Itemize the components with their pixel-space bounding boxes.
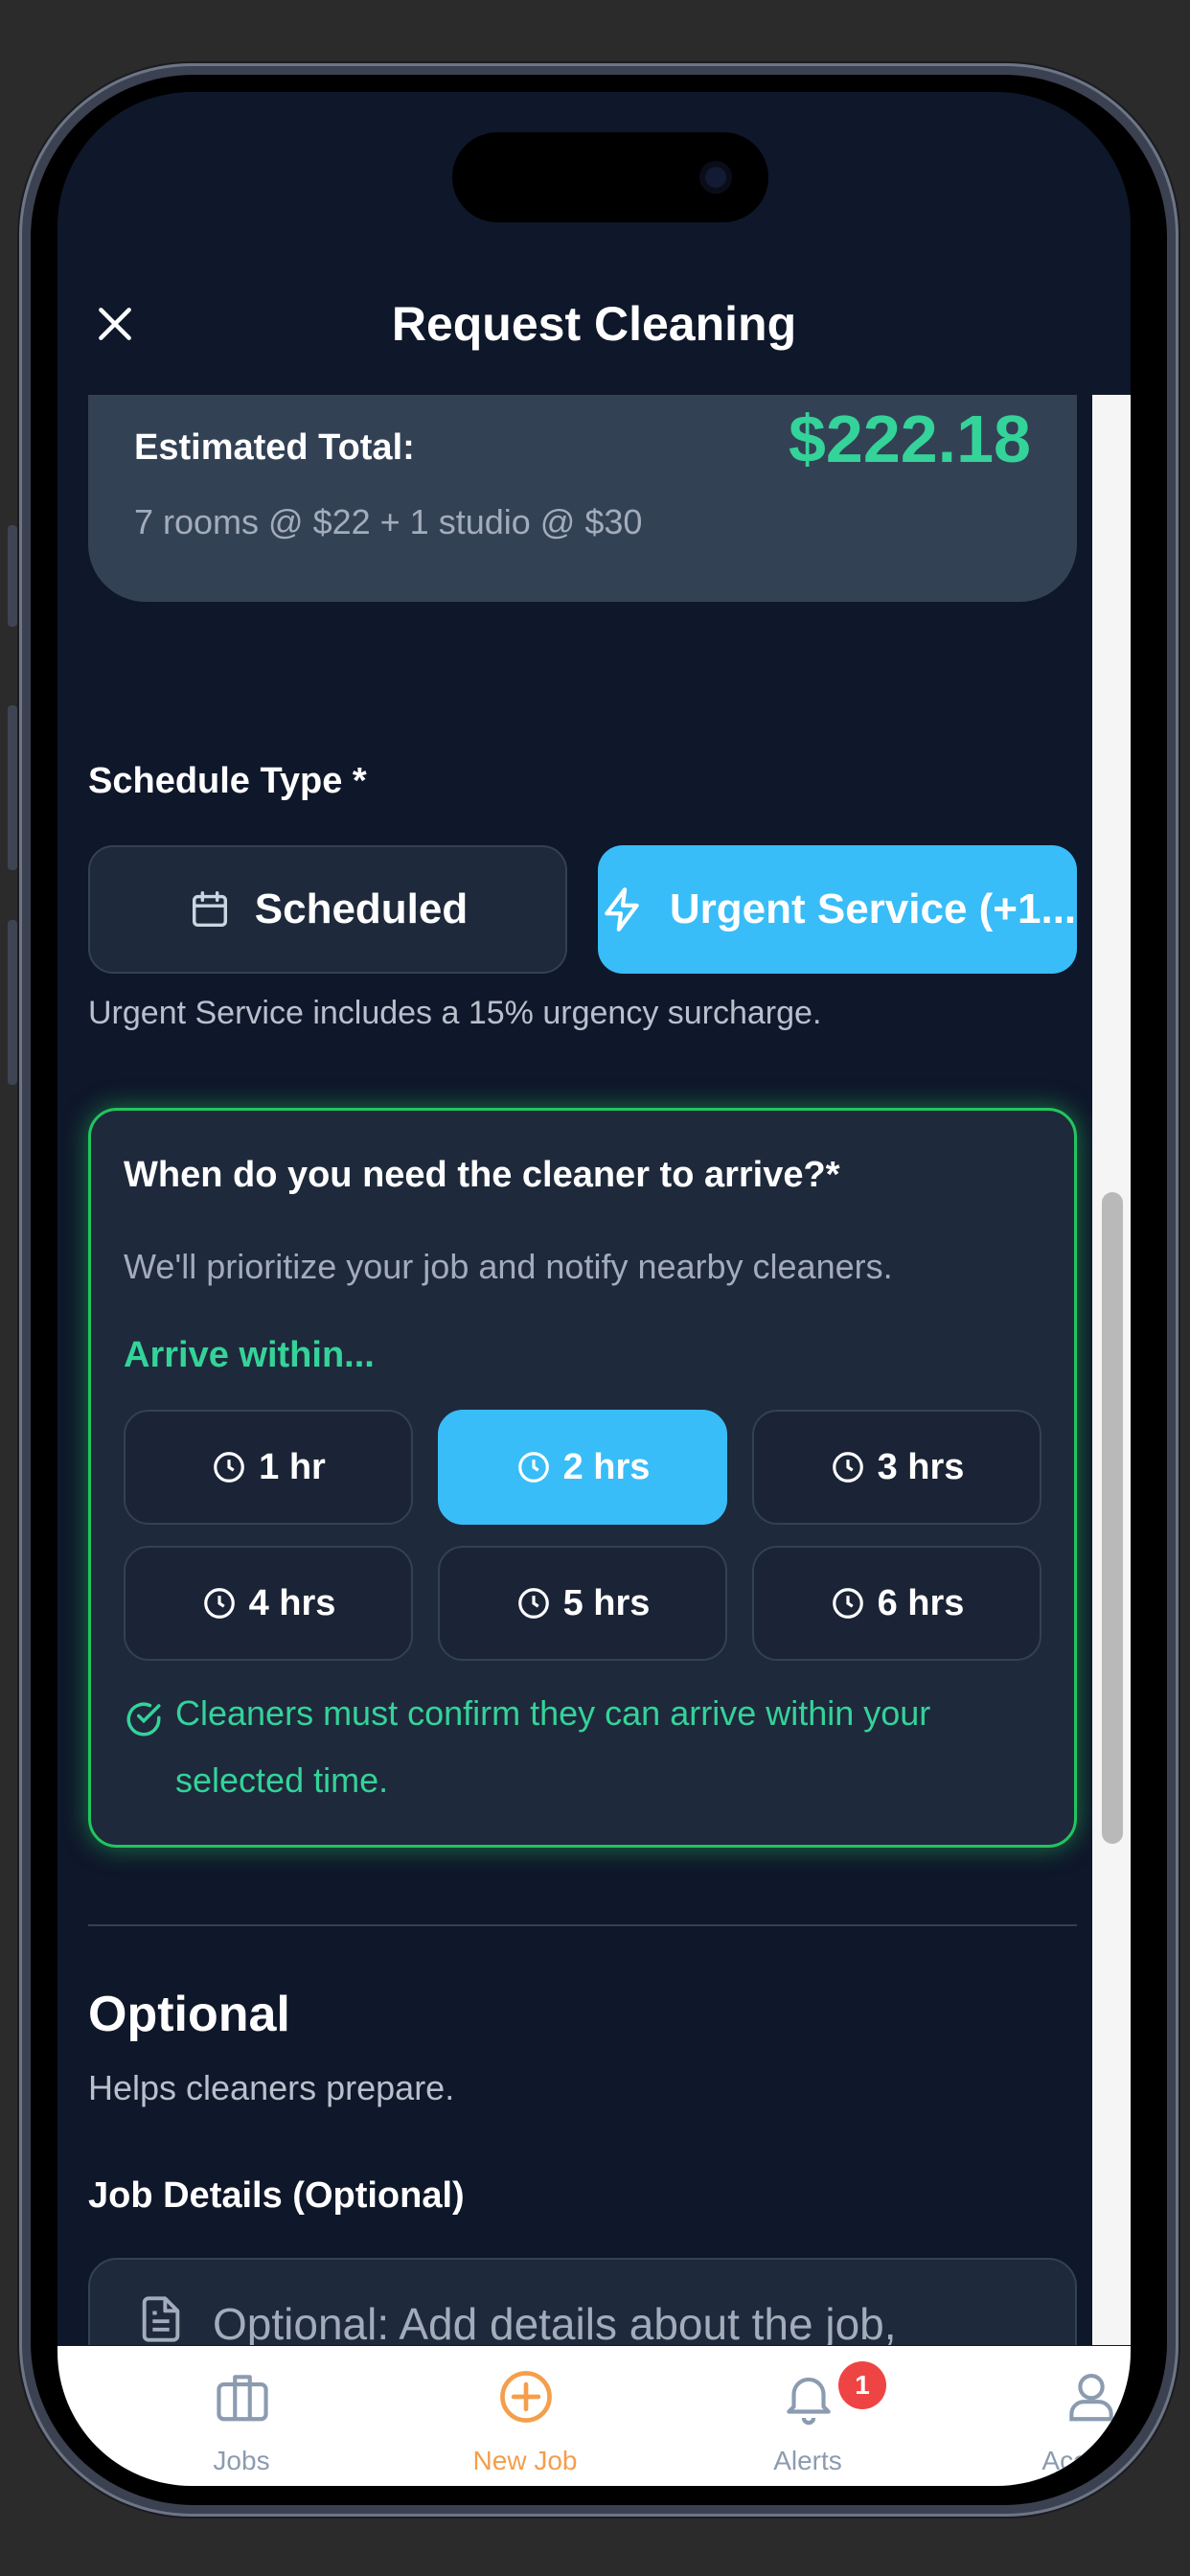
plus-circle-icon [500, 2371, 552, 2423]
scroll-content[interactable]: Estimated Total: $222.18 7 rooms @ $22 +… [57, 395, 1123, 2345]
urgency-hint: Urgent Service includes a 15% urgency su… [88, 995, 822, 1031]
scheduled-button[interactable]: Scheduled [88, 845, 567, 974]
tab-account[interactable]: Account [966, 2346, 1131, 2486]
job-details-input[interactable]: Optional: Add details about the job, spe… [88, 2258, 1077, 2345]
bell-icon [787, 2377, 831, 2426]
slot-6-hrs[interactable]: 6 hrs [752, 1546, 1041, 1661]
slot-label: 4 hrs [248, 1582, 336, 1623]
arrive-within-label: Arrive within... [124, 1335, 375, 1375]
clock-icon [203, 1588, 235, 1619]
clock-icon [517, 1588, 549, 1619]
camera-icon [699, 161, 732, 194]
volume-up-button [8, 705, 17, 870]
user-icon [1069, 2373, 1113, 2422]
estimate-label: Estimated Total: [134, 427, 415, 468]
document-icon [142, 2296, 180, 2342]
calendar-icon [192, 891, 227, 928]
arrival-question: When do you need the cleaner to arrive?* [124, 1155, 840, 1195]
slot-label: 2 hrs [562, 1446, 651, 1487]
optional-subtitle: Helps cleaners prepare. [88, 2068, 455, 2107]
scrollbar-thumb[interactable] [1102, 1192, 1123, 1844]
slot-3-hrs[interactable]: 3 hrs [752, 1410, 1041, 1525]
slot-label: 6 hrs [877, 1582, 965, 1623]
clock-icon [517, 1452, 549, 1483]
optional-title: Optional [88, 1987, 290, 2042]
tab-label: Jobs [213, 2446, 270, 2475]
slot-label: 5 hrs [562, 1582, 651, 1623]
confirm-note: Cleaners must confirm they can arrive wi… [175, 1693, 931, 1800]
app-screen: Request Cleaning Estimated Total: $222.1… [57, 92, 1131, 2486]
job-details-placeholder: Optional: Add details about the job, spe… [213, 2299, 897, 2345]
schedule-type-label: Schedule Type * [88, 761, 367, 801]
action-button [8, 525, 17, 627]
clock-icon [214, 1452, 244, 1483]
clock-icon [832, 1588, 863, 1619]
slot-5-hrs[interactable]: 5 hrs [438, 1546, 727, 1661]
slot-label: 3 hrs [877, 1446, 965, 1487]
section-divider [88, 1924, 1077, 1926]
bottom-tab-bar: Jobs New Job 1 Alerts Account [57, 2346, 1131, 2486]
alerts-badge: 1 [838, 2361, 886, 2409]
slot-label: 1 hr [259, 1446, 326, 1487]
scheduled-label: Scheduled [254, 886, 469, 932]
tab-label: New Job [472, 2446, 578, 2475]
slot-4-hrs[interactable]: 4 hrs [124, 1546, 413, 1661]
estimate-value: $222.18 [788, 402, 1031, 476]
arrival-description: We'll prioritize your job and notify nea… [124, 1247, 893, 1286]
scrollbar-track[interactable] [1092, 395, 1131, 2345]
modal-header: Request Cleaning [57, 274, 1131, 389]
clock-icon [832, 1452, 863, 1483]
check-circle-icon [126, 1702, 161, 1736]
tab-label: Alerts [773, 2446, 842, 2475]
urgent-service-label: Urgent Service (+1... [669, 886, 1077, 932]
arrival-time-panel: When do you need the cleaner to arrive?*… [88, 1108, 1077, 1848]
lightning-icon [605, 887, 639, 932]
volume-down-button [8, 920, 17, 1085]
tab-jobs[interactable]: Jobs [117, 2346, 366, 2486]
estimate-breakdown: 7 rooms @ $22 + 1 studio @ $30 [134, 502, 643, 541]
estimate-card: Estimated Total: $222.18 7 rooms @ $22 +… [88, 395, 1077, 602]
slot-1-hr[interactable]: 1 hr [124, 1410, 413, 1525]
tab-alerts[interactable]: 1 Alerts [683, 2346, 932, 2486]
briefcase-icon [217, 2375, 268, 2422]
tab-new-job[interactable]: New Job [400, 2346, 650, 2486]
urgent-service-button[interactable]: Urgent Service (+1... [598, 845, 1077, 974]
slot-2-hrs[interactable]: 2 hrs [438, 1410, 727, 1525]
tab-label: Account [1041, 2446, 1131, 2475]
job-details-label: Job Details (Optional) [88, 2175, 465, 2216]
dynamic-island [452, 132, 768, 222]
page-title: Request Cleaning [391, 297, 797, 351]
